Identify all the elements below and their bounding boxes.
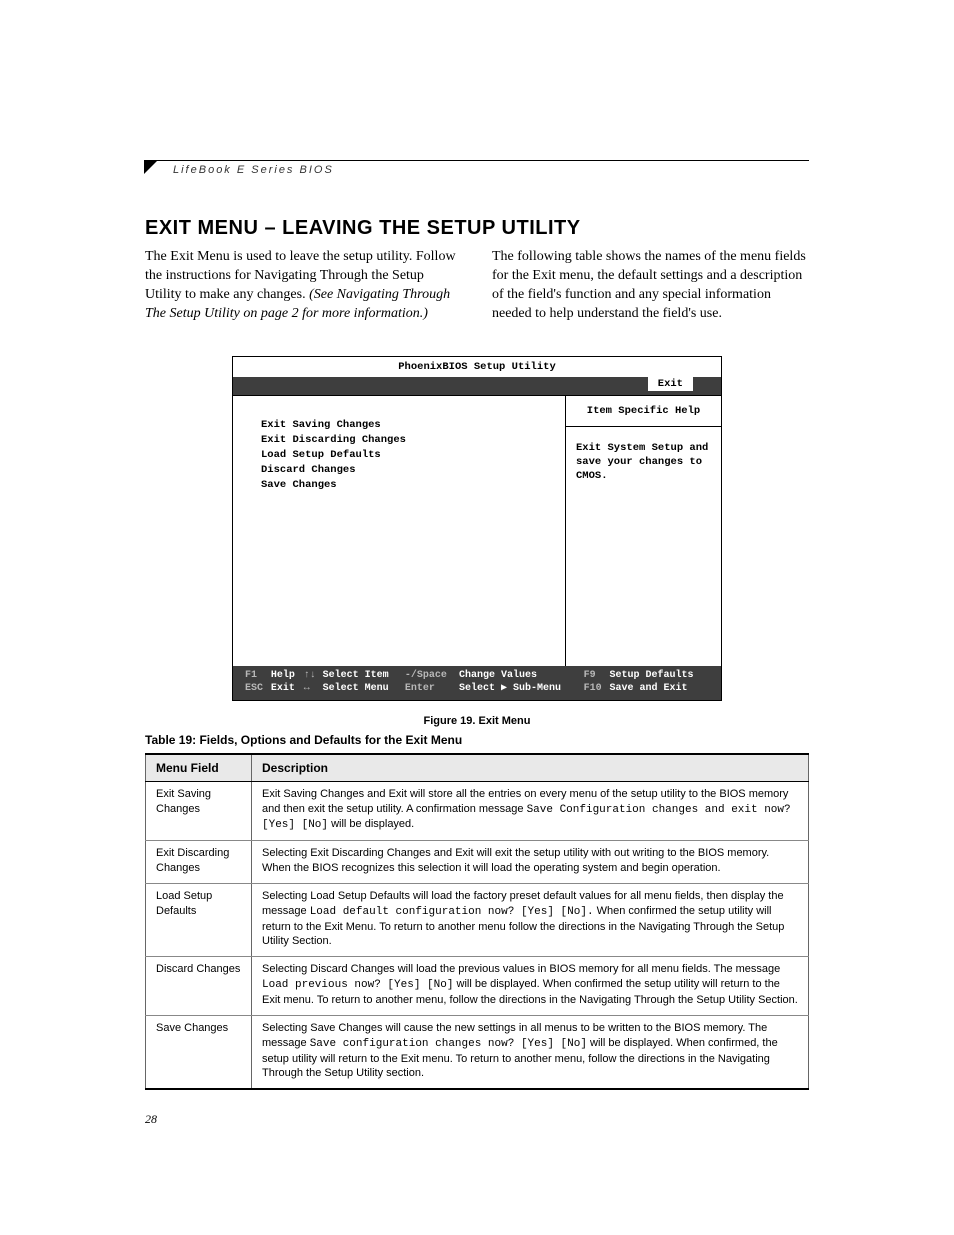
th-menu-field: Menu Field	[146, 754, 252, 782]
bios-screenshot: PhoenixBIOS Setup Utility Exit Exit Savi…	[232, 356, 722, 701]
bios-item: Load Setup Defaults	[261, 448, 553, 462]
page-title: EXIT MENU – LEAVING THE SETUP UTILITY	[145, 217, 809, 240]
key-label: ↑↓	[304, 670, 316, 681]
cell-menu-field: Save Changes	[146, 1015, 252, 1089]
page-number: 28	[145, 1112, 809, 1127]
key-label: F9	[584, 670, 596, 681]
cell-description: Exit Saving Changes and Exit will store …	[252, 781, 809, 841]
cell-menu-field: Exit Saving Changes	[146, 781, 252, 841]
cell-description: Selecting Save Changes will cause the ne…	[252, 1015, 809, 1089]
table-row: Exit Saving ChangesExit Saving Changes a…	[146, 781, 809, 841]
key-label: Enter	[405, 683, 435, 694]
running-header-text: LifeBook E Series BIOS	[173, 161, 334, 176]
running-header: LifeBook E Series BIOS	[145, 160, 809, 179]
bios-menu-list: Exit Saving Changes Exit Discarding Chan…	[233, 396, 565, 666]
bios-title: PhoenixBIOS Setup Utility	[233, 357, 721, 377]
key-label: -/Space	[405, 670, 447, 681]
key-action: Save and Exit	[608, 682, 712, 696]
intro-right: The following table shows the names of t…	[492, 248, 809, 324]
table-row: Discard ChangesSelecting Discard Changes…	[146, 957, 809, 1016]
key-action: Select ▶ Sub-Menu	[457, 682, 582, 696]
header-marker-icon	[144, 160, 158, 174]
key-label: F1	[245, 670, 257, 681]
cell-menu-field: Load Setup Defaults	[146, 883, 252, 956]
cell-description: Selecting Load Setup Defaults will load …	[252, 883, 809, 956]
table-caption: Table 19: Fields, Options and Defaults f…	[145, 733, 809, 747]
key-action: Select Menu	[321, 682, 403, 696]
table-row: Load Setup DefaultsSelecting Load Setup …	[146, 883, 809, 956]
figure-caption: Figure 19. Exit Menu	[145, 715, 809, 727]
key-action: Select Item	[321, 669, 403, 683]
bios-help-text: Exit System Setup and save your changes …	[566, 427, 721, 498]
key-label: ↔	[304, 683, 310, 694]
th-description: Description	[252, 754, 809, 782]
bios-menubar: Exit	[233, 377, 721, 395]
intro-left: The Exit Menu is used to leave the setup…	[145, 248, 462, 324]
key-label: F10	[584, 683, 602, 694]
key-action: Exit	[269, 682, 302, 696]
intro-columns: The Exit Menu is used to leave the setup…	[145, 248, 809, 324]
table-row: Save ChangesSelecting Save Changes will …	[146, 1015, 809, 1089]
bios-item: Exit Saving Changes	[261, 418, 553, 432]
bios-item: Save Changes	[261, 478, 553, 492]
key-action: Change Values	[457, 669, 582, 683]
key-label: ESC	[245, 683, 263, 694]
bios-item: Discard Changes	[261, 463, 553, 477]
bios-item: Exit Discarding Changes	[261, 433, 553, 447]
bios-footer: F1 Help ↑↓ Select Item -/Space Change Va…	[233, 666, 721, 700]
cell-menu-field: Exit Discarding Changes	[146, 841, 252, 884]
cell-description: Selecting Exit Discarding Changes and Ex…	[252, 841, 809, 884]
bios-tab-exit: Exit	[648, 377, 693, 391]
key-action: Help	[269, 669, 302, 683]
key-action: Setup Defaults	[608, 669, 712, 683]
cell-menu-field: Discard Changes	[146, 957, 252, 1016]
table-row: Exit Discarding ChangesSelecting Exit Di…	[146, 841, 809, 884]
fields-table: Menu Field Description Exit Saving Chang…	[145, 753, 809, 1091]
cell-description: Selecting Discard Changes will load the …	[252, 957, 809, 1016]
bios-help-title: Item Specific Help	[566, 396, 721, 427]
